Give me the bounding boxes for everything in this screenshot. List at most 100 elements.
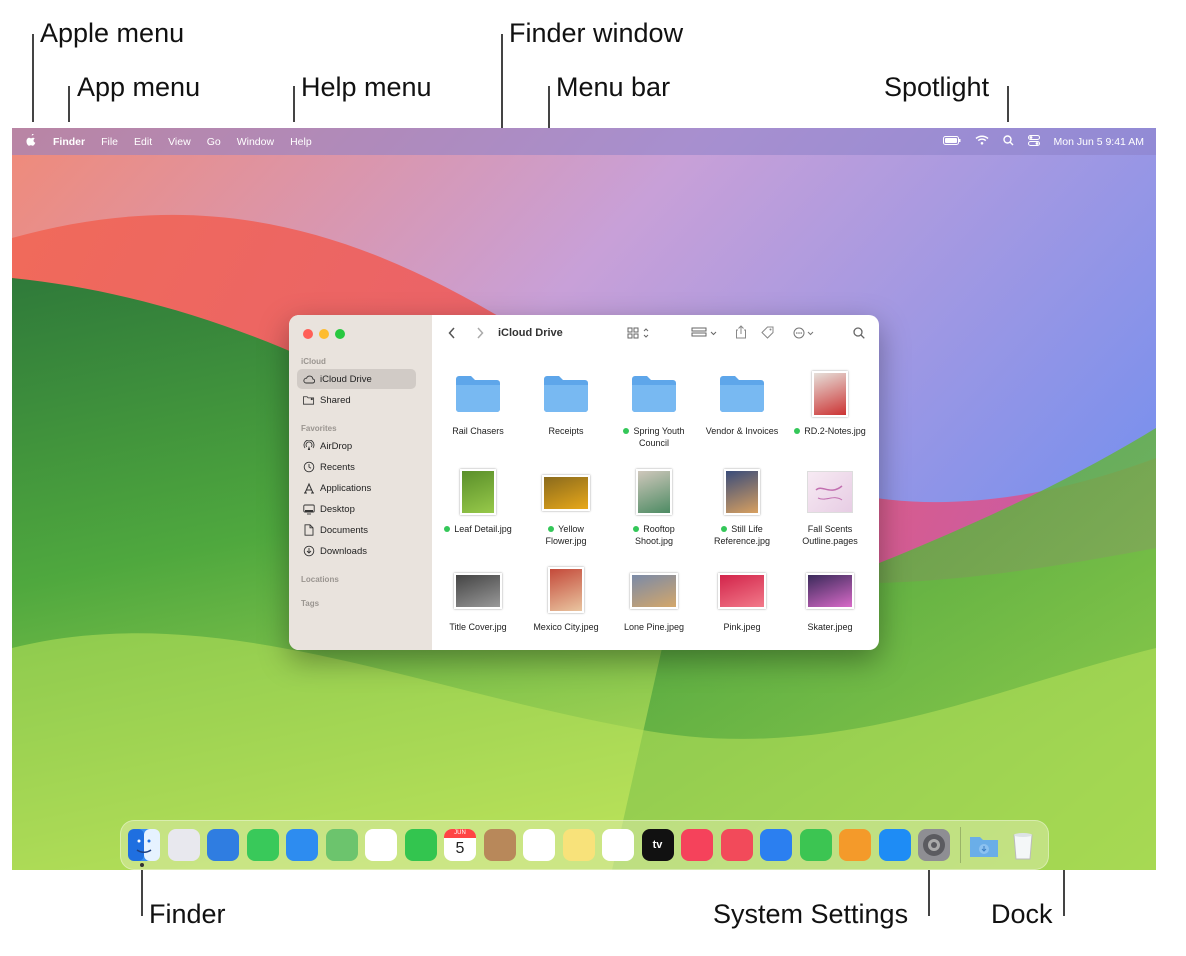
downloads-stack-icon[interactable] [968,829,1000,861]
share-icon[interactable] [735,325,747,342]
menu-help[interactable]: Help [290,136,312,148]
sidebar-item-applications[interactable]: Applications [297,478,416,498]
messages-icon[interactable] [246,829,279,861]
sidebar-item-label: Desktop [320,503,355,515]
file-name: Spring Youth Council [610,425,698,449]
close-button[interactable] [303,329,313,339]
icon-view-icon[interactable] [627,327,651,342]
finder-running-indicator [140,863,144,867]
mail-icon[interactable] [286,829,318,861]
sidebar-item-airdrop[interactable]: AirDrop [297,436,416,456]
dock-callout: Dock [991,899,1053,929]
app-store-icon[interactable] [878,829,911,861]
notes-icon[interactable] [562,829,595,861]
numbers-icon[interactable] [799,829,832,861]
file-item[interactable]: Skater.jpeg [786,561,874,650]
file-item[interactable]: Yellow Flower.jpg [522,463,610,555]
app-menu-callout: App menu [77,72,201,102]
sidebar-item-downloads[interactable]: Downloads [297,541,416,561]
search-icon[interactable] [853,327,865,342]
green-tag-icon [794,428,801,434]
menu-go[interactable]: Go [207,136,221,148]
calendar-icon[interactable]: JUN 5 [444,829,476,861]
back-icon[interactable] [448,327,456,342]
sidebar-item-label: Downloads [320,545,367,557]
applications-icon [303,482,315,494]
sidebar-item-desktop[interactable]: Desktop [297,499,416,519]
file-name: Skater.jpeg [807,622,853,632]
file-name: Fall Scents Outline.pages [802,524,858,546]
file-item[interactable]: Leaf Detail.jpg [434,463,522,555]
sidebar-section-tags: Tags [301,599,320,608]
file-item[interactable]: Mexico City.jpeg [522,561,610,650]
file-item[interactable]: Spring Youth Council [610,365,698,457]
image-thumbnail [542,475,590,511]
finder-sidebar: iCloud iCloud Drive Shared Favorites Air… [289,315,432,650]
file-item[interactable]: Rooftop Shoot.jpg [610,463,698,555]
file-name: Pink.jpeg [723,622,761,632]
sidebar-item-recents[interactable]: Recents [297,457,416,477]
forward-icon[interactable] [476,327,484,342]
wifi-icon[interactable] [975,135,989,148]
sidebar-item-label: Recents [320,461,355,473]
menu-finder[interactable]: Finder [53,136,85,148]
file-item[interactable]: Still Life Reference.jpg [698,463,786,555]
more-options-icon[interactable] [793,327,821,342]
sidebar-item-icloud-drive[interactable]: iCloud Drive [297,369,416,389]
finder-toolbar: iCloud Drive [432,315,879,353]
sidebar-section-icloud: iCloud [301,357,326,366]
pages-icon[interactable] [839,829,871,861]
file-item[interactable]: RD.2-Notes.jpg [786,365,874,457]
sidebar-item-shared[interactable]: Shared [297,390,416,410]
menu-edit[interactable]: Edit [134,136,152,148]
apple-menu-leader [32,34,34,122]
trash-icon[interactable] [1007,829,1039,861]
photos-icon[interactable] [365,829,397,861]
file-item[interactable]: Pink.jpeg [698,561,786,650]
folder-icon [630,373,678,413]
file-item[interactable]: Title Cover.jpg [434,561,522,650]
file-name: Receipts [548,426,584,436]
launchpad-icon[interactable] [167,829,200,861]
control-center-icon[interactable] [1027,134,1040,149]
finder-icon[interactable] [128,829,160,861]
minimize-button[interactable] [319,329,329,339]
apple-tv-icon[interactable]: tv [641,829,674,861]
reminders-icon[interactable] [523,829,555,861]
group-by-icon[interactable] [691,327,719,342]
desktop-icon [303,503,315,515]
keynote-icon[interactable] [760,829,792,861]
system-settings-icon[interactable] [918,829,950,861]
tag-icon[interactable] [761,326,775,342]
finder-leader [141,870,143,916]
spotlight-search-icon[interactable] [1002,134,1014,149]
menu-bar-clock[interactable]: Mon Jun 5 9:41 AM [1054,136,1144,148]
image-thumbnail [548,567,584,613]
sidebar-item-label: iCloud Drive [320,373,372,385]
apple-icon[interactable] [26,133,37,149]
file-item[interactable]: Vendor & Invoices [698,365,786,457]
music-icon[interactable] [681,829,713,861]
zoom-button[interactable] [335,329,345,339]
file-item[interactable]: Fall Scents Outline.pages [786,463,874,555]
news-icon[interactable] [720,829,753,861]
menu-file[interactable]: File [101,136,118,148]
menu-bar-callout: Menu bar [556,72,671,102]
file-item[interactable]: Receipts [522,365,610,457]
sidebar-item-label: AirDrop [320,440,353,452]
file-item[interactable]: Rail Chasers [434,365,522,457]
safari-icon[interactable] [207,829,239,861]
freeform-icon[interactable] [602,829,634,861]
battery-icon[interactable] [942,135,961,148]
file-item[interactable]: Lone Pine.jpeg [610,561,698,650]
menu-view[interactable]: View [168,136,191,148]
green-tag-icon [633,526,640,532]
sidebar-item-documents[interactable]: Documents [297,520,416,540]
green-tag-icon [721,526,728,532]
menu-window[interactable]: Window [237,136,274,148]
facetime-icon[interactable] [404,829,437,861]
tv-label: tv [652,839,663,851]
contacts-icon[interactable] [483,829,516,861]
desktop-screen: Finder File Edit View Go Window Help Mon… [12,128,1156,870]
maps-icon[interactable] [325,829,358,861]
